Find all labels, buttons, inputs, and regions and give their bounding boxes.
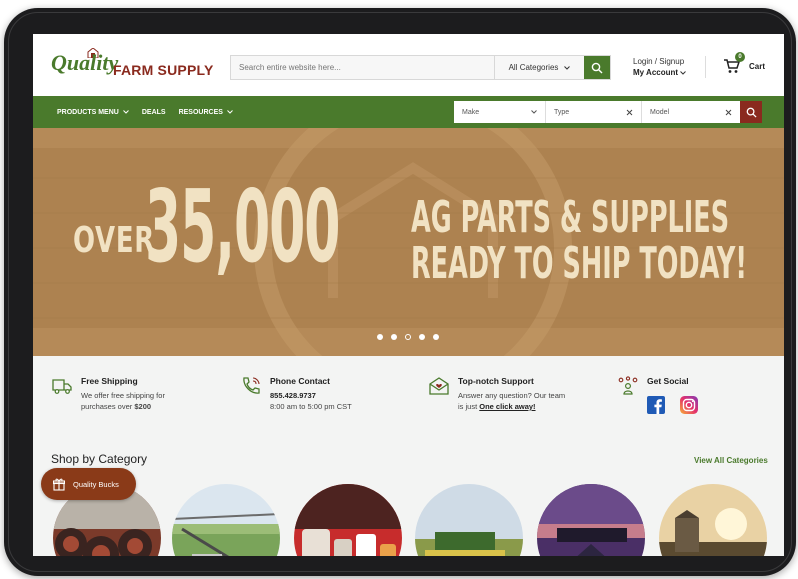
search-icon <box>746 107 757 118</box>
feature-text-pre: purchases over <box>81 402 135 411</box>
feature-text-pre: is just <box>458 402 480 411</box>
phone-icon <box>243 377 260 394</box>
nav-item-label: PRODUCTS MENU <box>57 108 119 116</box>
category-harvest-image[interactable] <box>415 484 523 556</box>
carousel-dot[interactable] <box>377 334 383 340</box>
feature-title: Get Social <box>647 376 689 386</box>
cart-button[interactable]: 0 Cart <box>723 52 766 74</box>
people-network-icon <box>618 376 638 395</box>
hero-banner[interactable]: OVER 35,000 AG PARTS & SUPPLIES READY TO… <box>33 128 784 356</box>
model-label: Model <box>650 108 670 116</box>
make-select[interactable]: Make <box>454 101 546 123</box>
feature-title: Phone Contact <box>270 376 330 386</box>
cart-label: Cart <box>749 61 766 71</box>
feature-strip: Free Shipping We offer free shipping for… <box>33 356 784 446</box>
category-farm-buildings-image[interactable] <box>659 484 767 556</box>
model-select[interactable]: Model <box>642 101 740 123</box>
category-select[interactable]: All Categories <box>494 56 584 79</box>
search-button[interactable] <box>584 56 610 79</box>
category-maintenance-image[interactable] <box>294 484 402 556</box>
feature-text: We offer free shipping for <box>81 391 165 400</box>
search-bar: All Categories <box>230 55 611 80</box>
my-account-label: My Account <box>633 68 679 77</box>
envelope-heart-icon <box>429 377 449 395</box>
nav-deals[interactable]: DEALS <box>142 109 166 116</box>
search-input[interactable] <box>231 56 494 79</box>
my-account-link[interactable]: My Account <box>633 67 687 78</box>
category-select-label: All Categories <box>508 63 559 72</box>
feature-title: Free Shipping <box>81 376 138 386</box>
feature-text: Answer any question? Our team <box>458 391 566 400</box>
tablet-screen: Quality FARM SUPPLY All Categories Login… <box>33 34 784 556</box>
search-icon <box>591 62 603 73</box>
header-divider <box>705 56 706 78</box>
carousel-dots <box>377 334 439 340</box>
carousel-dot-active[interactable] <box>405 334 411 340</box>
quality-bucks-label: Quality Bucks <box>73 479 119 489</box>
chevron-down-icon <box>531 110 537 114</box>
hero-number-text: 35,000 <box>145 168 340 285</box>
finder-search-button[interactable] <box>740 101 762 123</box>
nav-resources[interactable]: RESOURCES <box>179 109 233 116</box>
category-planting-image[interactable] <box>537 484 645 556</box>
support-link[interactable]: One click away! <box>479 402 535 411</box>
feature-text: purchases over $200 <box>81 401 151 412</box>
gift-icon <box>53 478 65 491</box>
site-logo[interactable]: Quality FARM SUPPLY <box>51 48 233 84</box>
carousel-dot[interactable] <box>419 334 425 340</box>
nav-products-menu[interactable]: PRODUCTS MENU <box>57 109 129 116</box>
chevron-down-icon <box>122 110 129 114</box>
carousel-dot[interactable] <box>391 334 397 340</box>
nav-item-label: RESOURCES <box>178 108 223 116</box>
chevron-down-icon <box>227 110 233 114</box>
shop-by-category-heading: Shop by Category <box>51 452 148 466</box>
feature-title: Top-notch Support <box>458 376 534 386</box>
category-sprayers-image[interactable] <box>172 484 280 556</box>
delivery-truck-icon <box>52 379 72 394</box>
parts-finder: Make Type Model <box>454 101 762 123</box>
hero-over-text: OVER <box>73 220 155 261</box>
account-menu[interactable]: Login / Signup My Account <box>633 56 687 78</box>
type-select[interactable]: Type <box>546 101 642 123</box>
shipping-amount: $200 <box>134 402 152 411</box>
carousel-dot[interactable] <box>433 334 439 340</box>
phone-number-link[interactable]: 855.428.9737 <box>270 390 316 401</box>
facebook-icon[interactable] <box>647 396 665 414</box>
close-icon[interactable] <box>725 109 732 116</box>
make-label: Make <box>462 108 480 116</box>
view-all-categories-link[interactable]: View All Categories <box>694 456 768 465</box>
main-nav: PRODUCTS MENU DEALS RESOURCES Make Type … <box>33 96 784 128</box>
close-icon[interactable] <box>626 109 633 116</box>
hero-line2: READY TO SHIP TODAY! <box>411 238 748 289</box>
logo-block-text: FARM SUPPLY <box>113 62 214 78</box>
nav-item-label: DEALS <box>141 108 166 116</box>
quality-bucks-button[interactable]: Quality Bucks <box>41 468 136 500</box>
feature-text: is just One click away! <box>458 401 536 412</box>
login-link[interactable]: Login / Signup <box>633 56 686 67</box>
site-header: Quality FARM SUPPLY All Categories Login… <box>33 34 784 96</box>
chevron-down-icon <box>564 65 571 70</box>
cart-count-badge: 0 <box>735 52 745 62</box>
hero-line1: AG PARTS & SUPPLIES <box>411 192 730 243</box>
instagram-icon[interactable] <box>680 396 698 414</box>
phone-hours: 8:00 am to 5:00 pm CST <box>270 402 352 411</box>
type-label: Type <box>554 108 570 116</box>
logo-script-text: Quality <box>51 50 119 75</box>
chevron-down-icon <box>680 71 687 75</box>
